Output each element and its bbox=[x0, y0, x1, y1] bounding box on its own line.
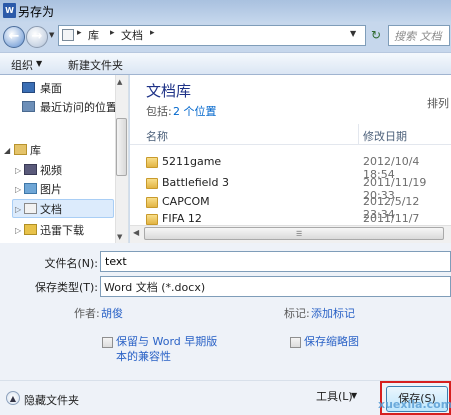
folder-icon bbox=[146, 178, 158, 189]
sidebar-item-documents[interactable]: 文档 bbox=[40, 201, 62, 217]
nav-scrollbar-thumb[interactable] bbox=[116, 118, 127, 176]
refresh-icon: ↻ bbox=[370, 28, 382, 42]
breadcrumb-chevron-icon[interactable]: ▸ bbox=[150, 28, 155, 38]
breadcrumb-chevron-icon[interactable]: ▸ bbox=[77, 28, 82, 38]
file-name: FIFA 12 bbox=[162, 212, 202, 225]
expand-arrow-icon[interactable]: ▷ bbox=[15, 205, 21, 214]
back-arrow-icon: ← bbox=[8, 29, 20, 44]
back-button[interactable]: ← bbox=[3, 26, 25, 48]
column-divider[interactable] bbox=[358, 124, 359, 144]
refresh-button[interactable]: ↻ bbox=[366, 25, 386, 46]
thumbnail-checkbox[interactable] bbox=[290, 337, 301, 348]
address-dropdown-icon[interactable]: ▼ bbox=[350, 29, 356, 38]
savetype-value: Word 文档 (*.docx) bbox=[104, 281, 206, 294]
compat-checkbox[interactable] bbox=[102, 337, 113, 348]
author-label: 作者: bbox=[74, 307, 100, 320]
file-name: Battlefield 3 bbox=[162, 176, 229, 189]
word-app-icon: W bbox=[3, 3, 16, 18]
sidebar-item-videos[interactable]: 视频 bbox=[40, 162, 62, 178]
folder-icon bbox=[146, 214, 158, 225]
table-row[interactable]: CAPCOM 2012/5/12 23:34 bbox=[130, 193, 451, 221]
author-value[interactable]: 胡俊 bbox=[101, 305, 123, 321]
scroll-up-icon[interactable]: ▲ bbox=[117, 78, 122, 86]
savetype-label: 保存类型(T): bbox=[34, 281, 98, 294]
expand-arrow-icon[interactable]: ▷ bbox=[15, 226, 21, 235]
column-header-date[interactable]: 修改日期 bbox=[363, 128, 407, 144]
expand-arrow-icon[interactable]: ▷ bbox=[15, 185, 21, 194]
hide-folders-button[interactable]: 隐藏文件夹 bbox=[24, 392, 79, 408]
tools-button[interactable]: 工具(L) bbox=[316, 388, 353, 404]
scroll-left-icon[interactable]: ◀ bbox=[133, 228, 139, 237]
sidebar-item-desktop[interactable]: 桌面 bbox=[40, 80, 62, 96]
address-bar[interactable] bbox=[58, 25, 366, 46]
file-name: 5211game bbox=[162, 155, 222, 168]
documents-library-icon bbox=[24, 203, 37, 214]
tags-label: 标记: bbox=[284, 307, 310, 320]
sidebar-item-recent[interactable]: 最近访问的位置 bbox=[40, 99, 117, 115]
table-row[interactable]: 5211game 2012/10/4 18:54 bbox=[130, 153, 451, 181]
scroll-down-icon[interactable]: ▼ bbox=[117, 233, 122, 241]
column-header-name[interactable]: 名称 bbox=[146, 128, 168, 144]
library-icon bbox=[14, 144, 27, 155]
breadcrumb-chevron-icon[interactable]: ▸ bbox=[110, 28, 115, 38]
recent-pages-dropdown-icon[interactable]: ▼ bbox=[49, 31, 54, 39]
watermark-text: xuexila.com bbox=[378, 398, 451, 411]
expand-arrow-icon[interactable]: ▷ bbox=[15, 166, 21, 175]
new-folder-button[interactable]: 新建文件夹 bbox=[68, 57, 123, 73]
sidebar-item-thunder[interactable]: 迅雷下载 bbox=[40, 222, 84, 238]
thumbnail-label[interactable]: 保存缩略图 bbox=[304, 334, 359, 349]
breadcrumb-documents[interactable]: 文档 bbox=[121, 27, 143, 43]
thunder-download-icon bbox=[24, 224, 37, 235]
video-library-icon bbox=[24, 164, 37, 175]
breadcrumb-library[interactable]: 库 bbox=[88, 27, 99, 43]
arrange-by-label[interactable]: 排列 bbox=[427, 95, 449, 111]
window-title: 另存为 bbox=[18, 5, 55, 19]
collapse-arrow-icon[interactable]: ◢ bbox=[4, 146, 10, 155]
desktop-icon bbox=[22, 82, 35, 93]
compat-label-line1[interactable]: 保留与 Word 早期版 bbox=[116, 334, 217, 349]
table-row[interactable]: Battlefield 3 2011/11/19 20:33 bbox=[130, 174, 451, 202]
chevron-down-icon: ▼ bbox=[36, 59, 43, 68]
organize-button[interactable]: 组织 bbox=[11, 57, 33, 73]
folder-icon bbox=[146, 157, 158, 168]
library-title: 文档库 bbox=[146, 82, 192, 100]
sidebar-item-pictures[interactable]: 图片 bbox=[40, 181, 62, 197]
compat-label-line2[interactable]: 本的兼容性 bbox=[116, 349, 171, 364]
filename-label: 文件名(N): bbox=[44, 257, 98, 270]
horizontal-scrollbar-thumb[interactable] bbox=[144, 227, 444, 240]
library-locations-link[interactable]: 2 个位置 bbox=[173, 103, 217, 119]
library-includes-label: 包括: bbox=[146, 105, 172, 118]
file-name: CAPCOM bbox=[162, 195, 210, 208]
filename-input[interactable] bbox=[100, 251, 451, 272]
chevron-down-icon: ▼ bbox=[351, 391, 358, 400]
sidebar-item-libraries[interactable]: 库 bbox=[30, 142, 41, 158]
folder-icon bbox=[146, 197, 158, 208]
folder-location-icon bbox=[62, 29, 74, 41]
pictures-library-icon bbox=[24, 183, 37, 194]
tags-value[interactable]: 添加标记 bbox=[311, 305, 355, 321]
title-bar bbox=[0, 0, 451, 22]
hide-folders-icon[interactable]: ▲ bbox=[6, 391, 20, 405]
forward-arrow-icon: → bbox=[31, 29, 43, 44]
search-placeholder: 搜索 文档 bbox=[394, 30, 442, 43]
scrollbar-grip-icon: ☰ bbox=[296, 230, 303, 238]
forward-button[interactable]: → bbox=[26, 26, 48, 48]
recent-places-icon bbox=[22, 101, 35, 112]
